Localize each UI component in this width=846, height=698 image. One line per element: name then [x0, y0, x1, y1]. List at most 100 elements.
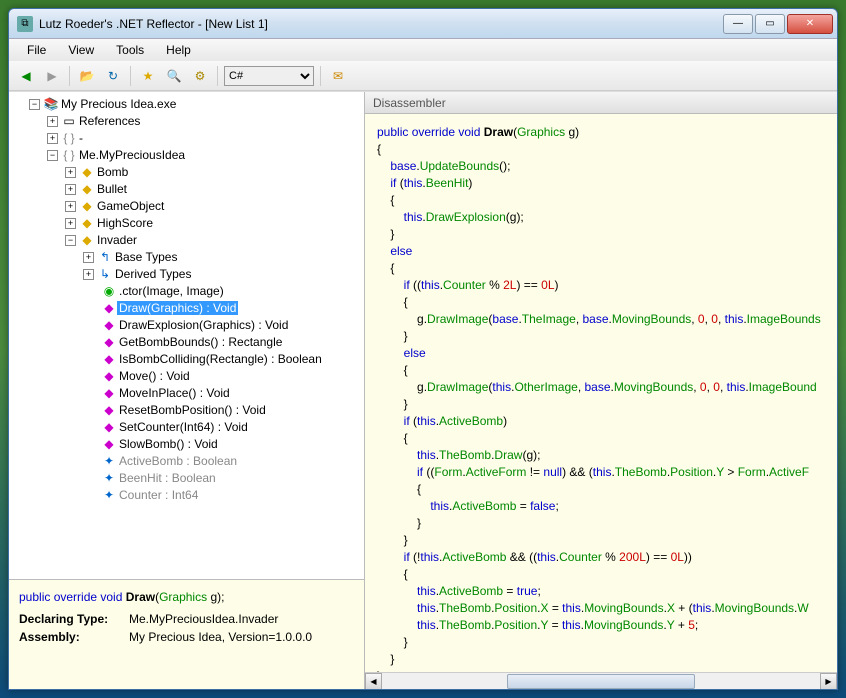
scroll-thumb[interactable]	[507, 674, 696, 689]
separator	[130, 66, 131, 86]
expander-icon[interactable]: +	[47, 133, 58, 144]
tree-derivedtypes[interactable]: +↳Derived Types	[11, 266, 362, 283]
assembly-label: Assembly:	[19, 630, 129, 644]
class-icon: ◆	[79, 232, 95, 249]
property-icon: ✦	[101, 453, 117, 470]
minimize-button[interactable]: —	[723, 14, 753, 34]
expander-icon[interactable]: +	[65, 184, 76, 195]
expander-icon[interactable]: +	[65, 218, 76, 229]
assembly-tree[interactable]: −📚My Precious Idea.exe +▭References +{ }…	[9, 92, 364, 579]
arrow-icon: ↳	[97, 266, 113, 283]
method-icon: ◆	[101, 368, 117, 385]
tree-property[interactable]: ✦BeenHit : Boolean	[11, 470, 362, 487]
tree-method[interactable]: ◆SlowBomb() : Void	[11, 436, 362, 453]
tree-references[interactable]: +▭References	[11, 113, 362, 130]
assembly-icon: 📚	[43, 96, 59, 113]
refresh-button[interactable]: ↻	[102, 65, 124, 87]
method-icon: ◆	[101, 419, 117, 436]
tree-method[interactable]: ◆IsBombColliding(Rectangle) : Boolean	[11, 351, 362, 368]
method-icon: ◉	[101, 283, 117, 300]
right-pane: Disassembler public override void Draw(G…	[365, 92, 837, 689]
separator	[69, 66, 70, 86]
method-icon: ◆	[101, 300, 117, 317]
search-button[interactable]: 🔍	[163, 65, 185, 87]
scroll-right-button[interactable]: ▶	[820, 673, 837, 689]
tree-method[interactable]: ◆DrawExplosion(Graphics) : Void	[11, 317, 362, 334]
tree-root[interactable]: −📚My Precious Idea.exe	[11, 96, 362, 113]
tree-method[interactable]: ◆SetCounter(Int64) : Void	[11, 419, 362, 436]
class-icon: ◆	[79, 164, 95, 181]
namespace-icon: { }	[61, 130, 77, 147]
tree-class[interactable]: +◆Bullet	[11, 181, 362, 198]
expander-icon[interactable]: −	[65, 235, 76, 246]
horizontal-scrollbar[interactable]: ◀ ▶	[365, 672, 837, 689]
open-button[interactable]: 📂	[76, 65, 98, 87]
tree-basetypes[interactable]: +↰Base Types	[11, 249, 362, 266]
tree-draw-selected[interactable]: ◆Draw(Graphics) : Void	[11, 300, 362, 317]
toolbar: ◀ ▶ 📂 ↻ ★ 🔍 ⚙ C# ✉	[9, 61, 837, 91]
menu-help[interactable]: Help	[156, 41, 201, 59]
tree-ctor[interactable]: ◉.ctor(Image, Image)	[11, 283, 362, 300]
declaring-type-label: Declaring Type:	[19, 612, 129, 626]
expander-icon[interactable]: +	[47, 116, 58, 127]
tree-method[interactable]: ◆Move() : Void	[11, 368, 362, 385]
tree-namespace[interactable]: −{ }Me.MyPreciousIdea	[11, 147, 362, 164]
code-view[interactable]: public override void Draw(Graphics g) { …	[365, 114, 837, 672]
tree-dash[interactable]: +{ }-	[11, 130, 362, 147]
forward-button[interactable]: ▶	[41, 65, 63, 87]
class-icon: ◆	[79, 198, 95, 215]
declaring-type-row: Declaring Type: Me.MyPreciousIdea.Invade…	[19, 612, 354, 626]
expander-icon[interactable]: +	[83, 252, 94, 263]
options-button[interactable]: ⚙	[189, 65, 211, 87]
class-icon: ◆	[79, 215, 95, 232]
tree-class[interactable]: +◆HighScore	[11, 215, 362, 232]
expander-icon[interactable]: +	[65, 201, 76, 212]
method-icon: ◆	[101, 436, 117, 453]
app-window: ⧉ Lutz Roeder's .NET Reflector - [New Li…	[8, 8, 838, 690]
tree-property[interactable]: ✦Counter : Int64	[11, 487, 362, 504]
method-icon: ◆	[101, 351, 117, 368]
disassembler-header: Disassembler	[365, 92, 837, 114]
declaring-type-value: Me.MyPreciousIdea.Invader	[129, 612, 278, 626]
separator	[217, 66, 218, 86]
left-pane: −📚My Precious Idea.exe +▭References +{ }…	[9, 92, 365, 689]
assembly-row: Assembly: My Precious Idea, Version=1.0.…	[19, 630, 354, 644]
menu-tools[interactable]: Tools	[106, 41, 154, 59]
assembly-value: My Precious Idea, Version=1.0.0.0	[129, 630, 312, 644]
scroll-left-button[interactable]: ◀	[365, 673, 382, 689]
content-area: −📚My Precious Idea.exe +▭References +{ }…	[9, 91, 837, 689]
mail-button[interactable]: ✉	[327, 65, 349, 87]
tree-class[interactable]: +◆Bomb	[11, 164, 362, 181]
folder-icon: ▭	[61, 113, 77, 130]
language-select[interactable]: C#	[224, 66, 314, 86]
property-icon: ✦	[101, 487, 117, 504]
property-icon: ✦	[101, 470, 117, 487]
tree-method[interactable]: ◆GetBombBounds() : Rectangle	[11, 334, 362, 351]
expander-icon[interactable]: −	[47, 150, 58, 161]
close-button[interactable]: ✕	[787, 14, 833, 34]
tree-invader[interactable]: −◆Invader	[11, 232, 362, 249]
tree-class[interactable]: +◆GameObject	[11, 198, 362, 215]
method-icon: ◆	[101, 402, 117, 419]
method-icon: ◆	[101, 385, 117, 402]
expander-icon[interactable]: +	[65, 167, 76, 178]
signature-line: public override void Draw(Graphics g);	[19, 590, 354, 604]
app-icon: ⧉	[17, 16, 33, 32]
maximize-button[interactable]: ▭	[755, 14, 785, 34]
titlebar[interactable]: ⧉ Lutz Roeder's .NET Reflector - [New Li…	[9, 9, 837, 39]
tree-method[interactable]: ◆MoveInPlace() : Void	[11, 385, 362, 402]
method-icon: ◆	[101, 334, 117, 351]
tree-property[interactable]: ✦ActiveBomb : Boolean	[11, 453, 362, 470]
menu-file[interactable]: File	[17, 41, 56, 59]
tree-method[interactable]: ◆ResetBombPosition() : Void	[11, 402, 362, 419]
menu-view[interactable]: View	[58, 41, 104, 59]
menubar: File View Tools Help	[9, 39, 837, 61]
class-icon: ◆	[79, 181, 95, 198]
favorite-button[interactable]: ★	[137, 65, 159, 87]
expander-icon[interactable]: +	[83, 269, 94, 280]
window-title: Lutz Roeder's .NET Reflector - [New List…	[39, 17, 723, 31]
separator	[320, 66, 321, 86]
back-button[interactable]: ◀	[15, 65, 37, 87]
method-icon: ◆	[101, 317, 117, 334]
expander-icon[interactable]: −	[29, 99, 40, 110]
